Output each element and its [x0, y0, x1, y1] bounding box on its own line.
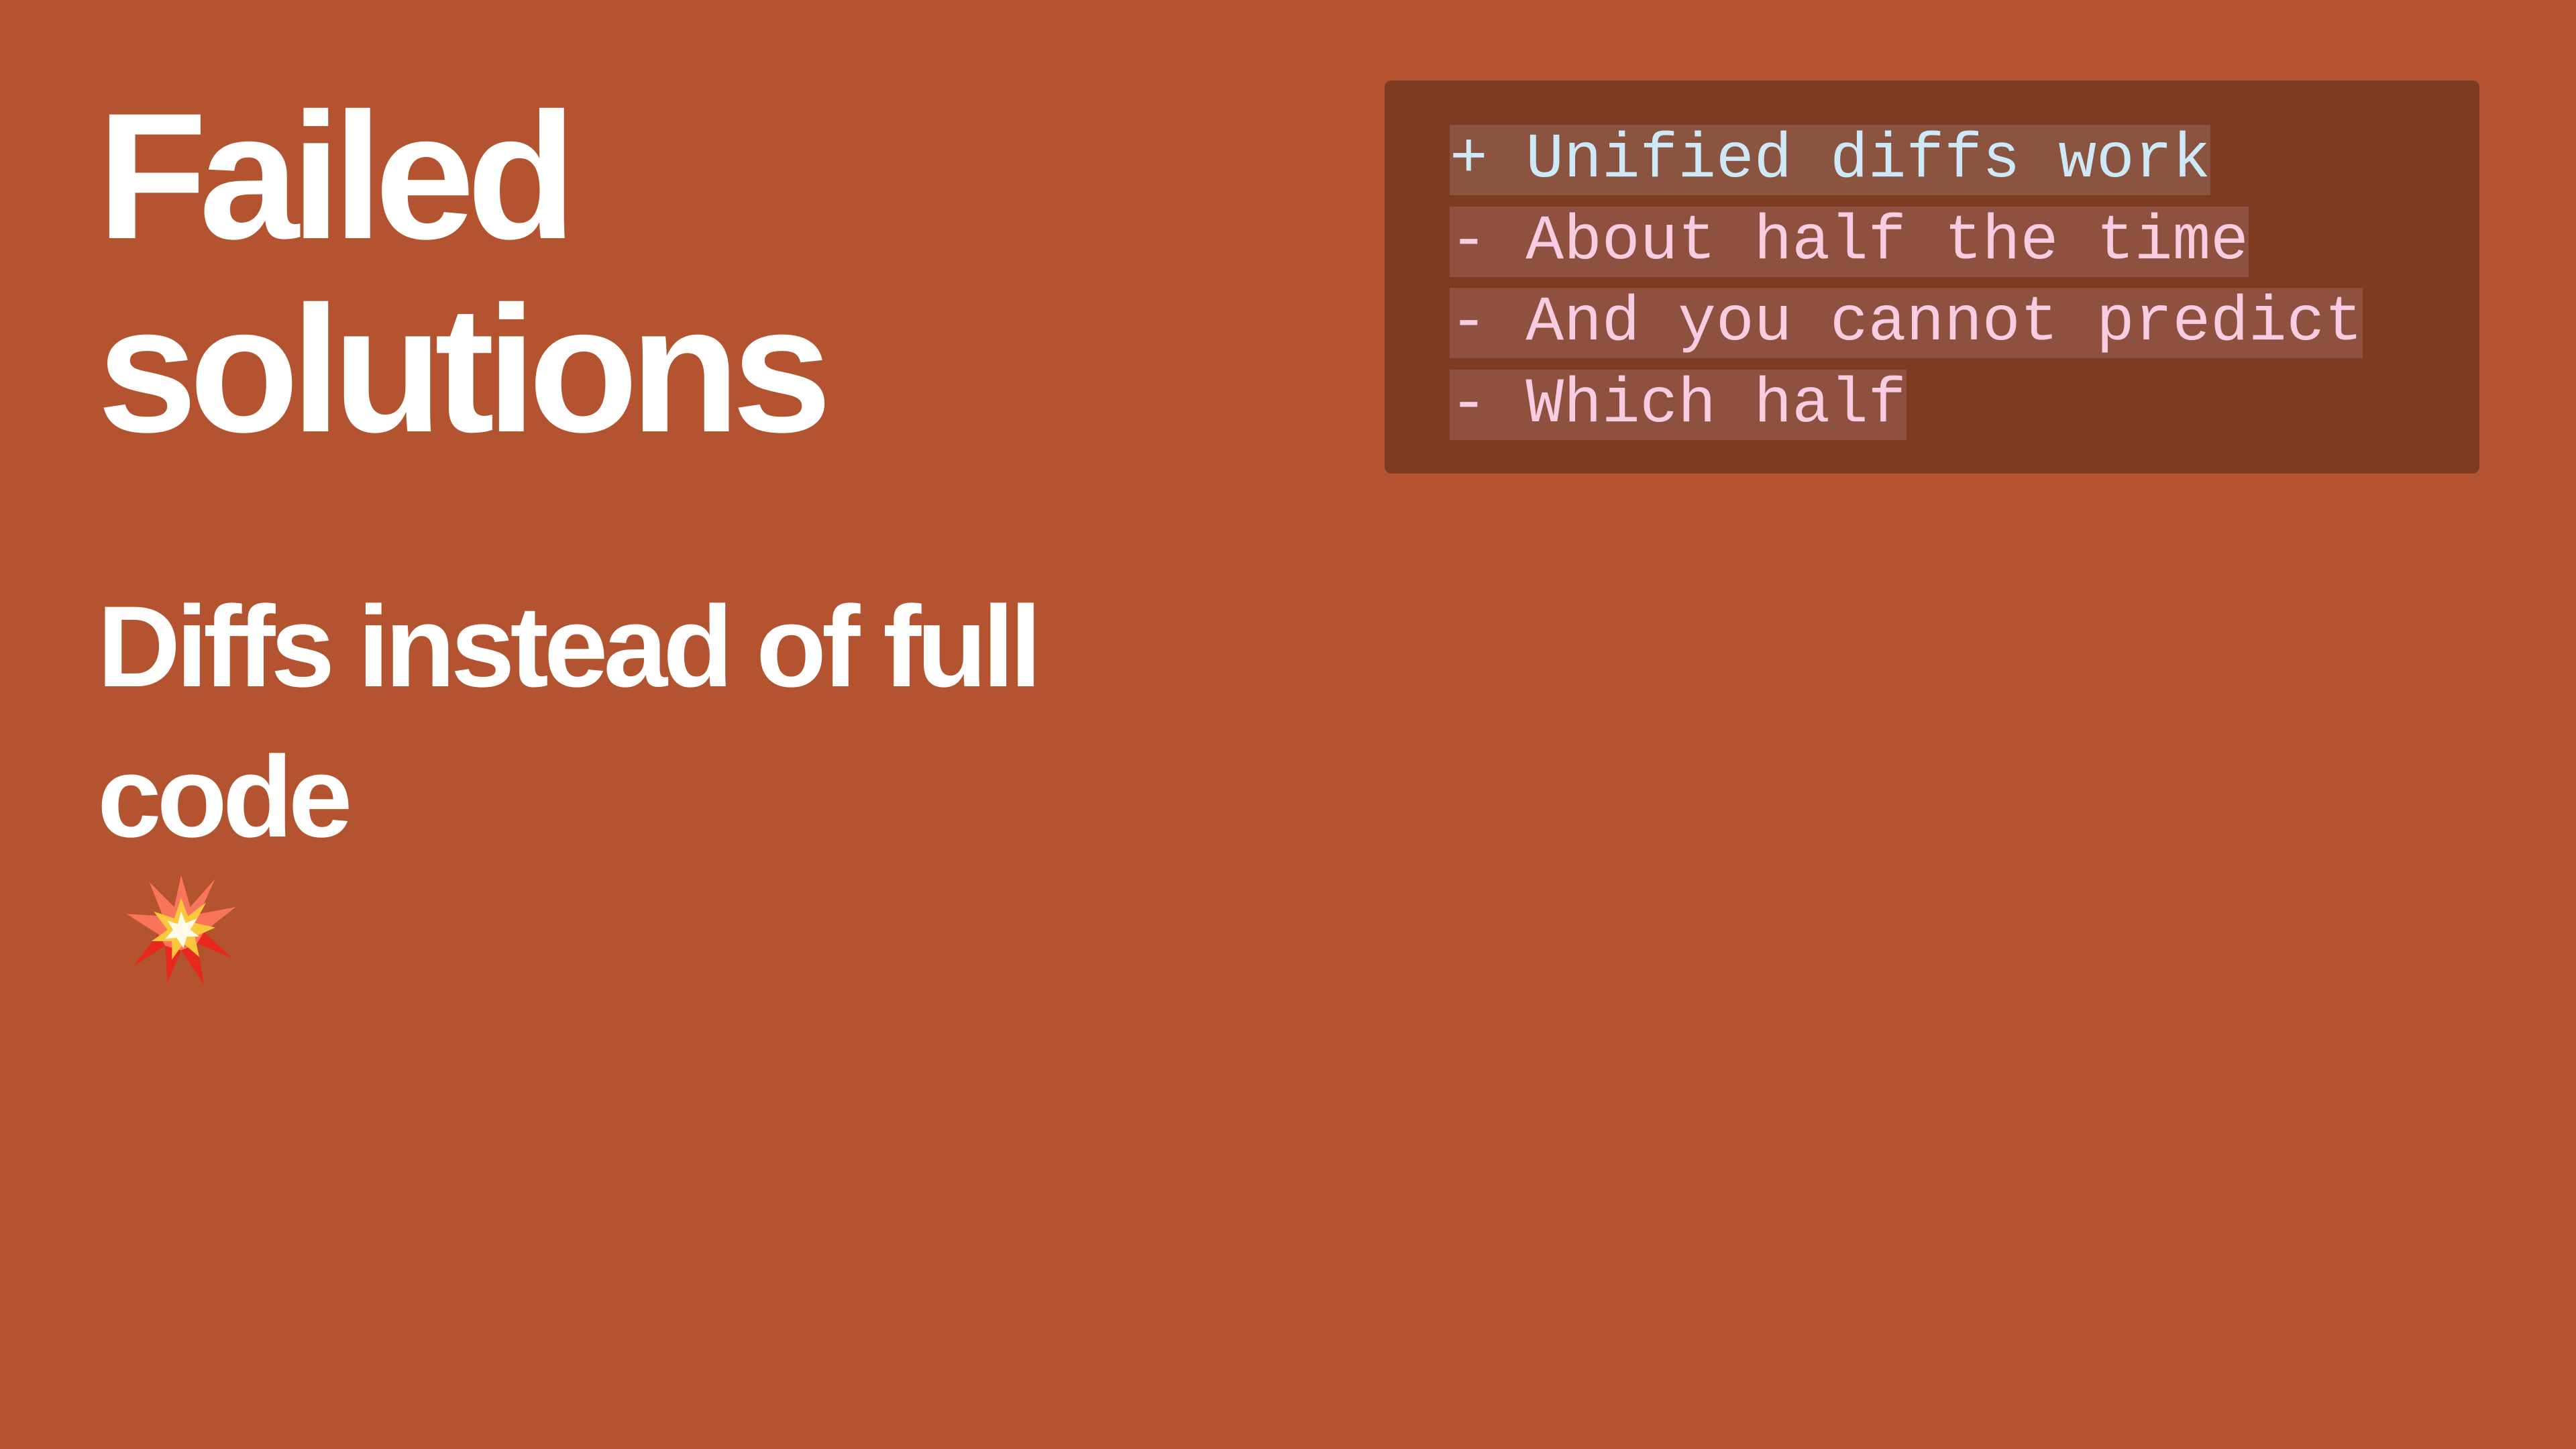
diff-line-text: + Unified diffs work [1450, 124, 2211, 196]
slide-subtitle-line: Diffs instead of full [97, 582, 1042, 711]
slide-subtitle: Diffs instead of full code [97, 572, 1042, 986]
diff-code-block: + Unified diffs work - About half the ti… [1385, 80, 2479, 474]
diff-line-removed: - Which half [1450, 364, 2479, 446]
slide-subtitle-text: code [97, 733, 352, 861]
collision-icon [124, 872, 238, 986]
diff-line-removed: - And you cannot predict [1450, 282, 2479, 364]
diff-line-added: + Unified diffs work [1450, 119, 2479, 201]
diff-line-text: - And you cannot predict [1450, 287, 2363, 360]
slide-title-line: solutions [97, 268, 832, 470]
slide-title: Failed solutions [97, 75, 832, 470]
slide-subtitle-line-2: code [97, 722, 1037, 986]
diff-line-text: - About half the time [1450, 205, 2249, 278]
diff-line-removed: - About half the time [1450, 201, 2479, 283]
slide-title-line: Failed [97, 75, 576, 276]
diff-line-text: - Which half [1450, 369, 1907, 441]
